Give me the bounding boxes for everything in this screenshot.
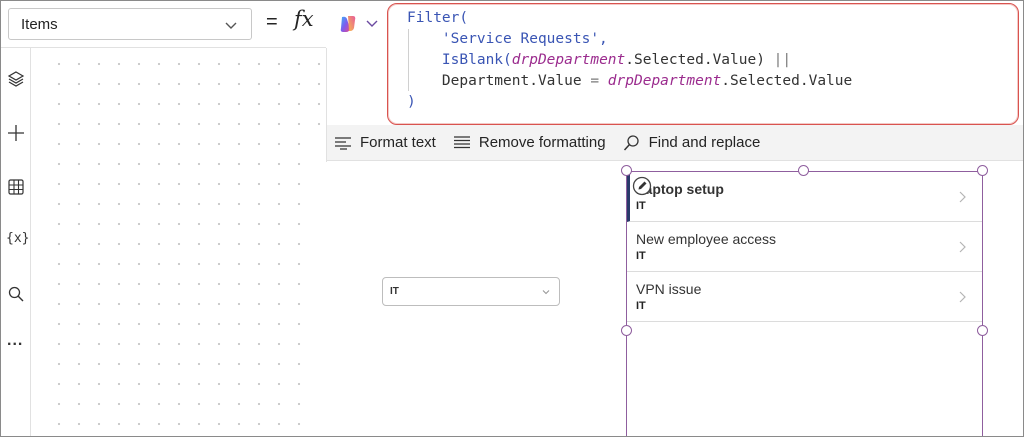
formula-toolbar: Format text Remove formatting Find and r… (327, 125, 1023, 161)
search-icon (623, 134, 639, 151)
resize-handle-middle-left[interactable] (621, 325, 632, 336)
plus-icon[interactable] (7, 124, 25, 142)
equals-sign: = (266, 11, 278, 33)
gallery-item-title: New employee access (636, 231, 777, 247)
formula-token: ) (407, 94, 416, 110)
remove-formatting-icon (453, 135, 470, 148)
remove-formatting-label: Remove formatting (478, 134, 606, 151)
indent-guide (408, 29, 409, 91)
variables-icon[interactable]: {x} (6, 231, 29, 246)
canvas-grid-pane (43, 48, 326, 436)
find-replace-label: Find and replace (648, 134, 761, 151)
property-selector-value: Items (21, 15, 58, 33)
pane-overlay (301, 141, 326, 436)
more-icon[interactable]: ... (7, 332, 23, 350)
gallery-item-department: IT (636, 200, 646, 212)
gallery-item[interactable]: New employee access IT (627, 222, 982, 272)
format-text-button[interactable]: Format text (334, 125, 436, 161)
edit-pencil-icon[interactable] (632, 176, 652, 196)
formula-editor[interactable]: Filter( 'Service Requests', IsBlank(drpD… (387, 3, 1019, 125)
formula-code[interactable]: Filter( 'Service Requests', IsBlank(drpD… (407, 8, 852, 113)
formula-token: Filter( (407, 10, 469, 26)
power-apps-studio-window: Items = fx Filter( 'Service Requests', I… (0, 0, 1024, 437)
copilot-icon[interactable] (338, 14, 358, 34)
format-text-icon (335, 136, 351, 150)
formula-token: .Selected.Value (721, 73, 853, 89)
format-text-label: Format text (360, 134, 436, 151)
chevron-down-icon[interactable] (365, 16, 379, 30)
fx-icon: fx (294, 7, 314, 31)
dropdown-selected-value: IT (390, 286, 399, 297)
formula-token: IsBlank( (407, 52, 512, 68)
chevron-down-icon (225, 22, 237, 29)
service-requests-gallery[interactable]: Laptop setup IT New employee access IT VPN i… (626, 171, 983, 436)
formula-token: .Selected.Value) (625, 52, 774, 68)
formula-line: ) (407, 92, 852, 113)
formula-token: = (590, 73, 600, 89)
department-dropdown[interactable]: IT (382, 277, 560, 306)
remove-formatting-button[interactable]: Remove formatting (453, 125, 606, 161)
formula-line: 'Service Requests', (407, 29, 852, 50)
gallery-item[interactable]: Laptop setup IT (627, 172, 982, 222)
resize-handle-top-center[interactable] (798, 165, 809, 176)
chevron-right-icon[interactable] (957, 190, 967, 204)
resize-handle-top-left[interactable] (621, 165, 632, 176)
gallery-item[interactable]: VPN issue IT (627, 272, 982, 322)
property-selector[interactable]: Items (8, 8, 252, 40)
chevron-right-icon[interactable] (957, 240, 967, 254)
formula-token: drpDepartment (607, 73, 722, 89)
gallery-item-department: IT (636, 300, 646, 312)
formula-token: || (773, 52, 792, 68)
formula-line: Filter( (407, 8, 852, 29)
formula-line: Department.Value = drpDepartment.Selecte… (407, 71, 852, 92)
left-rail: {x} ... (1, 48, 31, 436)
gallery-item-title: VPN issue (636, 281, 702, 297)
formula-line: IsBlank(drpDepartment.Selected.Value) || (407, 50, 852, 71)
layers-icon[interactable] (7, 70, 25, 88)
gallery-item-department: IT (636, 250, 646, 262)
resize-handle-top-right[interactable] (977, 165, 988, 176)
formula-token: 'Service Requests', (407, 31, 608, 47)
chevron-right-icon[interactable] (957, 290, 967, 304)
table-icon[interactable] (7, 178, 25, 196)
search-icon[interactable] (7, 285, 25, 303)
formula-token (599, 73, 608, 89)
find-replace-button[interactable]: Find and replace (623, 125, 761, 161)
formula-token: Department.Value (407, 73, 591, 89)
formula-token: drpDepartment (511, 52, 626, 68)
chevron-down-icon (542, 290, 550, 295)
resize-handle-middle-right[interactable] (977, 325, 988, 336)
